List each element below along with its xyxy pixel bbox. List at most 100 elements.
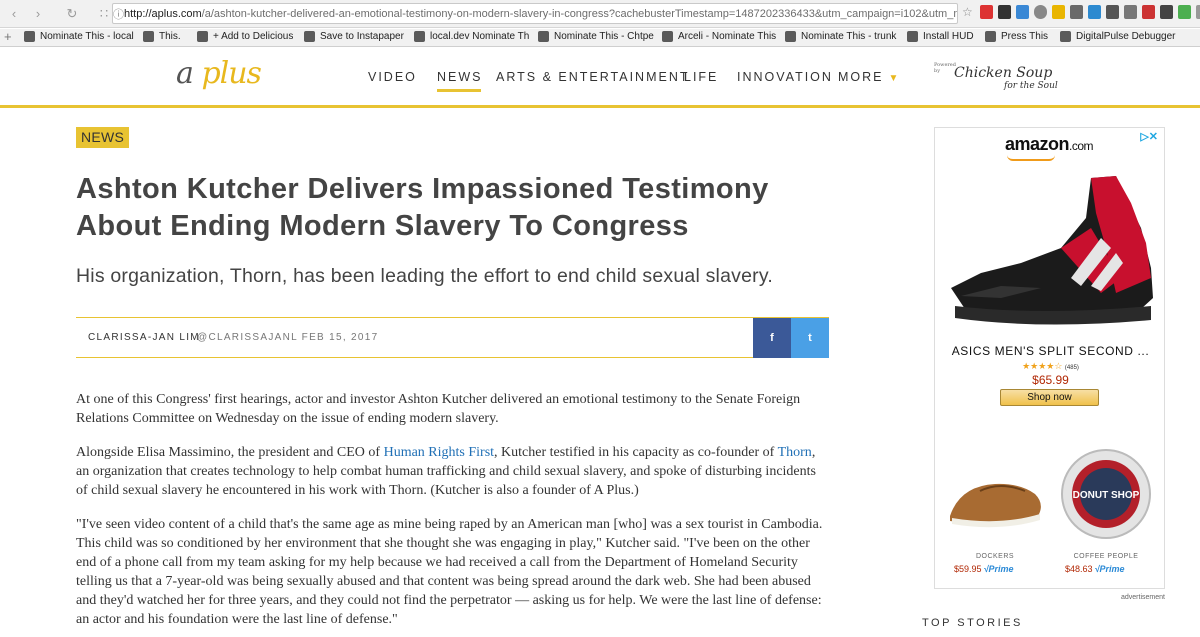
extension-icon[interactable] xyxy=(1034,5,1047,19)
thorn-link[interactable]: Thorn xyxy=(778,445,812,460)
shop-now-button[interactable]: Shop now xyxy=(1000,389,1099,406)
sneaker-image[interactable] xyxy=(941,168,1161,338)
bookmark-label: DigitalPulse Debugger xyxy=(1076,31,1176,42)
price: $48.63 xyxy=(1065,564,1093,574)
article-paragraph: Alongside Elisa Massimino, the president… xyxy=(76,443,828,500)
product-title[interactable]: ASICS MEN'S SPLIT SECOND ... xyxy=(935,344,1164,358)
twitter-share-button[interactable]: t xyxy=(791,318,829,358)
bookmark-label: Arceli - Nominate This xyxy=(678,31,777,42)
twitter-icon: t xyxy=(808,332,812,344)
extension-icon[interactable] xyxy=(1106,5,1119,19)
bookmark-label: Install HUD xyxy=(923,31,974,42)
page-info-icon: ⓘ xyxy=(113,8,124,21)
category-tag[interactable]: NEWS xyxy=(76,127,130,148)
bookmark-icon xyxy=(24,31,35,42)
logo-plus: plus xyxy=(201,56,262,91)
bookmark-icon xyxy=(304,31,315,42)
bookmark-label: Save to Instapaper xyxy=(320,31,404,42)
nav-arts-entertainment[interactable]: ARTS & ENTERTAINMENT xyxy=(496,70,690,84)
extension-icon[interactable] xyxy=(1088,5,1101,19)
ad-price-line: $48.63 √Prime xyxy=(1065,564,1124,574)
extension-icon[interactable] xyxy=(1124,5,1137,19)
brand-label: DOCKERS xyxy=(975,553,1015,560)
bookmark-item[interactable]: Save to Instapaper xyxy=(304,31,404,42)
facebook-icon: f xyxy=(770,332,774,344)
donut-shop-kcup-image: DONUT SHOP xyxy=(1061,449,1151,539)
amazon-brand: amazon xyxy=(1005,134,1070,154)
address-bar[interactable]: ⓘ http://aplus.com/a/ashton-kutcher-deli… xyxy=(112,3,958,24)
bookmark-item[interactable]: Install HUD xyxy=(907,31,974,42)
bookmark-label: Nominate This - Chtpe xyxy=(554,31,654,42)
extension-icon[interactable] xyxy=(1142,5,1155,19)
bookmark-item[interactable]: This. xyxy=(143,31,181,42)
ad-product-left[interactable]: DOCKERS $59.95 √Prime xyxy=(940,446,1050,586)
bookmark-item[interactable]: DigitalPulse Debugger xyxy=(1060,31,1176,42)
bookmark-item[interactable]: Nominate This - Chtpe xyxy=(538,31,654,42)
extension-icon[interactable] xyxy=(1196,5,1200,19)
extension-icons: ☆ ≡ xyxy=(962,5,1200,19)
bookmark-icon xyxy=(985,31,996,42)
adchoices-icon[interactable]: ▷✕ xyxy=(1140,130,1158,143)
price: $59.95 xyxy=(954,564,982,574)
extension-icon[interactable] xyxy=(1070,5,1083,19)
bookmark-item[interactable]: Arceli - Nominate This xyxy=(662,31,776,42)
url-path: /a/ashton-kutcher-delivered-an-emotional… xyxy=(201,7,958,20)
brand-label: COFFEE PEOPLE xyxy=(1073,553,1139,560)
extension-icon[interactable] xyxy=(1052,5,1065,19)
bookmark-item[interactable]: Press This xyxy=(985,31,1048,42)
bookmarks-bar: + Nominate This - local This. + Add to D… xyxy=(0,29,1200,47)
logo-a: a xyxy=(176,56,194,91)
article-paragraph: At one of this Congress' first hearings,… xyxy=(76,392,801,426)
extension-icon[interactable] xyxy=(1178,5,1191,19)
extension-icon[interactable] xyxy=(980,5,993,19)
browser-toolbar: ‹ › ↻ ∷ ⓘ http://aplus.com/a/ashton-kutc… xyxy=(0,0,1200,28)
bookmark-icon xyxy=(907,31,918,42)
article-headline: Ashton Kutcher Delivers Impassioned Test… xyxy=(76,173,769,242)
nav-more[interactable]: MORE ▼ xyxy=(838,70,900,84)
paragraph-text: , Kutcher testified in his capacity as c… xyxy=(494,445,778,460)
facebook-share-button[interactable]: f xyxy=(753,318,791,358)
bookmark-icon xyxy=(197,31,208,42)
bookmark-item[interactable]: Nominate This - trunk xyxy=(785,31,896,42)
chevron-down-icon: ▼ xyxy=(888,73,901,84)
bookmark-star-icon[interactable]: ☆ xyxy=(962,5,975,19)
top-stories-heading: TOP STORIES xyxy=(922,617,1023,629)
amazon-logo: amazon.com xyxy=(1005,134,1094,155)
bookmark-item[interactable]: + Add to Delicious xyxy=(197,31,293,42)
sponsor-name: Chicken Soup xyxy=(954,65,1053,81)
url-host: http://aplus.com xyxy=(124,7,202,20)
byline-bar: CLARISSA-JAN LIM @CLARISSAJANL FEB 15, 2… xyxy=(76,317,829,358)
extension-icon[interactable] xyxy=(1016,5,1029,19)
aplus-logo[interactable]: a plus xyxy=(176,56,262,91)
amazon-com: .com xyxy=(1069,139,1094,153)
bookmark-item[interactable]: local.dev Nominate Th xyxy=(414,31,529,42)
nav-life[interactable]: LIFE xyxy=(684,70,718,84)
bookmark-label: Press This xyxy=(1001,31,1049,42)
bookmark-item[interactable]: Nominate This - local xyxy=(24,31,134,42)
sponsor-small-text: Powered by xyxy=(934,62,956,74)
nav-news[interactable]: NEWS xyxy=(437,70,483,92)
amazon-smile-icon xyxy=(1007,155,1055,161)
ad-product-right[interactable]: DONUT SHOP COFFEE PEOPLE $48.63 √Prime xyxy=(1051,446,1161,586)
human-rights-first-link[interactable]: Human Rights First xyxy=(384,445,494,460)
bookmark-label: + Add to Delicious xyxy=(213,31,294,42)
reload-icon[interactable]: ↻ xyxy=(60,4,84,24)
back-icon[interactable]: ‹ xyxy=(2,4,26,24)
forward-icon[interactable]: › xyxy=(26,4,50,24)
site-header: a plus VIDEO NEWS ARTS & ENTERTAINMENT L… xyxy=(0,48,1200,108)
amazon-ad[interactable]: ▷✕ amazon.com ASICS MEN'S SPLIT SECOND .… xyxy=(934,127,1165,589)
nav-innovation[interactable]: INNOVATION xyxy=(737,70,833,84)
nav-more-label: MORE xyxy=(838,70,884,84)
bookmark-icon xyxy=(143,31,154,42)
bookmark-icon xyxy=(414,31,425,42)
paragraph-text: Alongside Elisa Massimino, the president… xyxy=(76,445,384,460)
sponsor-tail: for the Soul xyxy=(1004,81,1058,91)
extension-icon[interactable] xyxy=(1160,5,1173,19)
article-subhead: His organization, Thorn, has been leadin… xyxy=(76,265,773,287)
boat-shoe-image xyxy=(950,483,1041,528)
nav-video[interactable]: VIDEO xyxy=(368,70,417,84)
extension-icon[interactable] xyxy=(998,5,1011,19)
bookmark-label: This. xyxy=(159,31,181,42)
plus-icon[interactable]: + xyxy=(4,29,12,44)
author-name[interactable]: CLARISSA-JAN LIM xyxy=(88,332,200,343)
